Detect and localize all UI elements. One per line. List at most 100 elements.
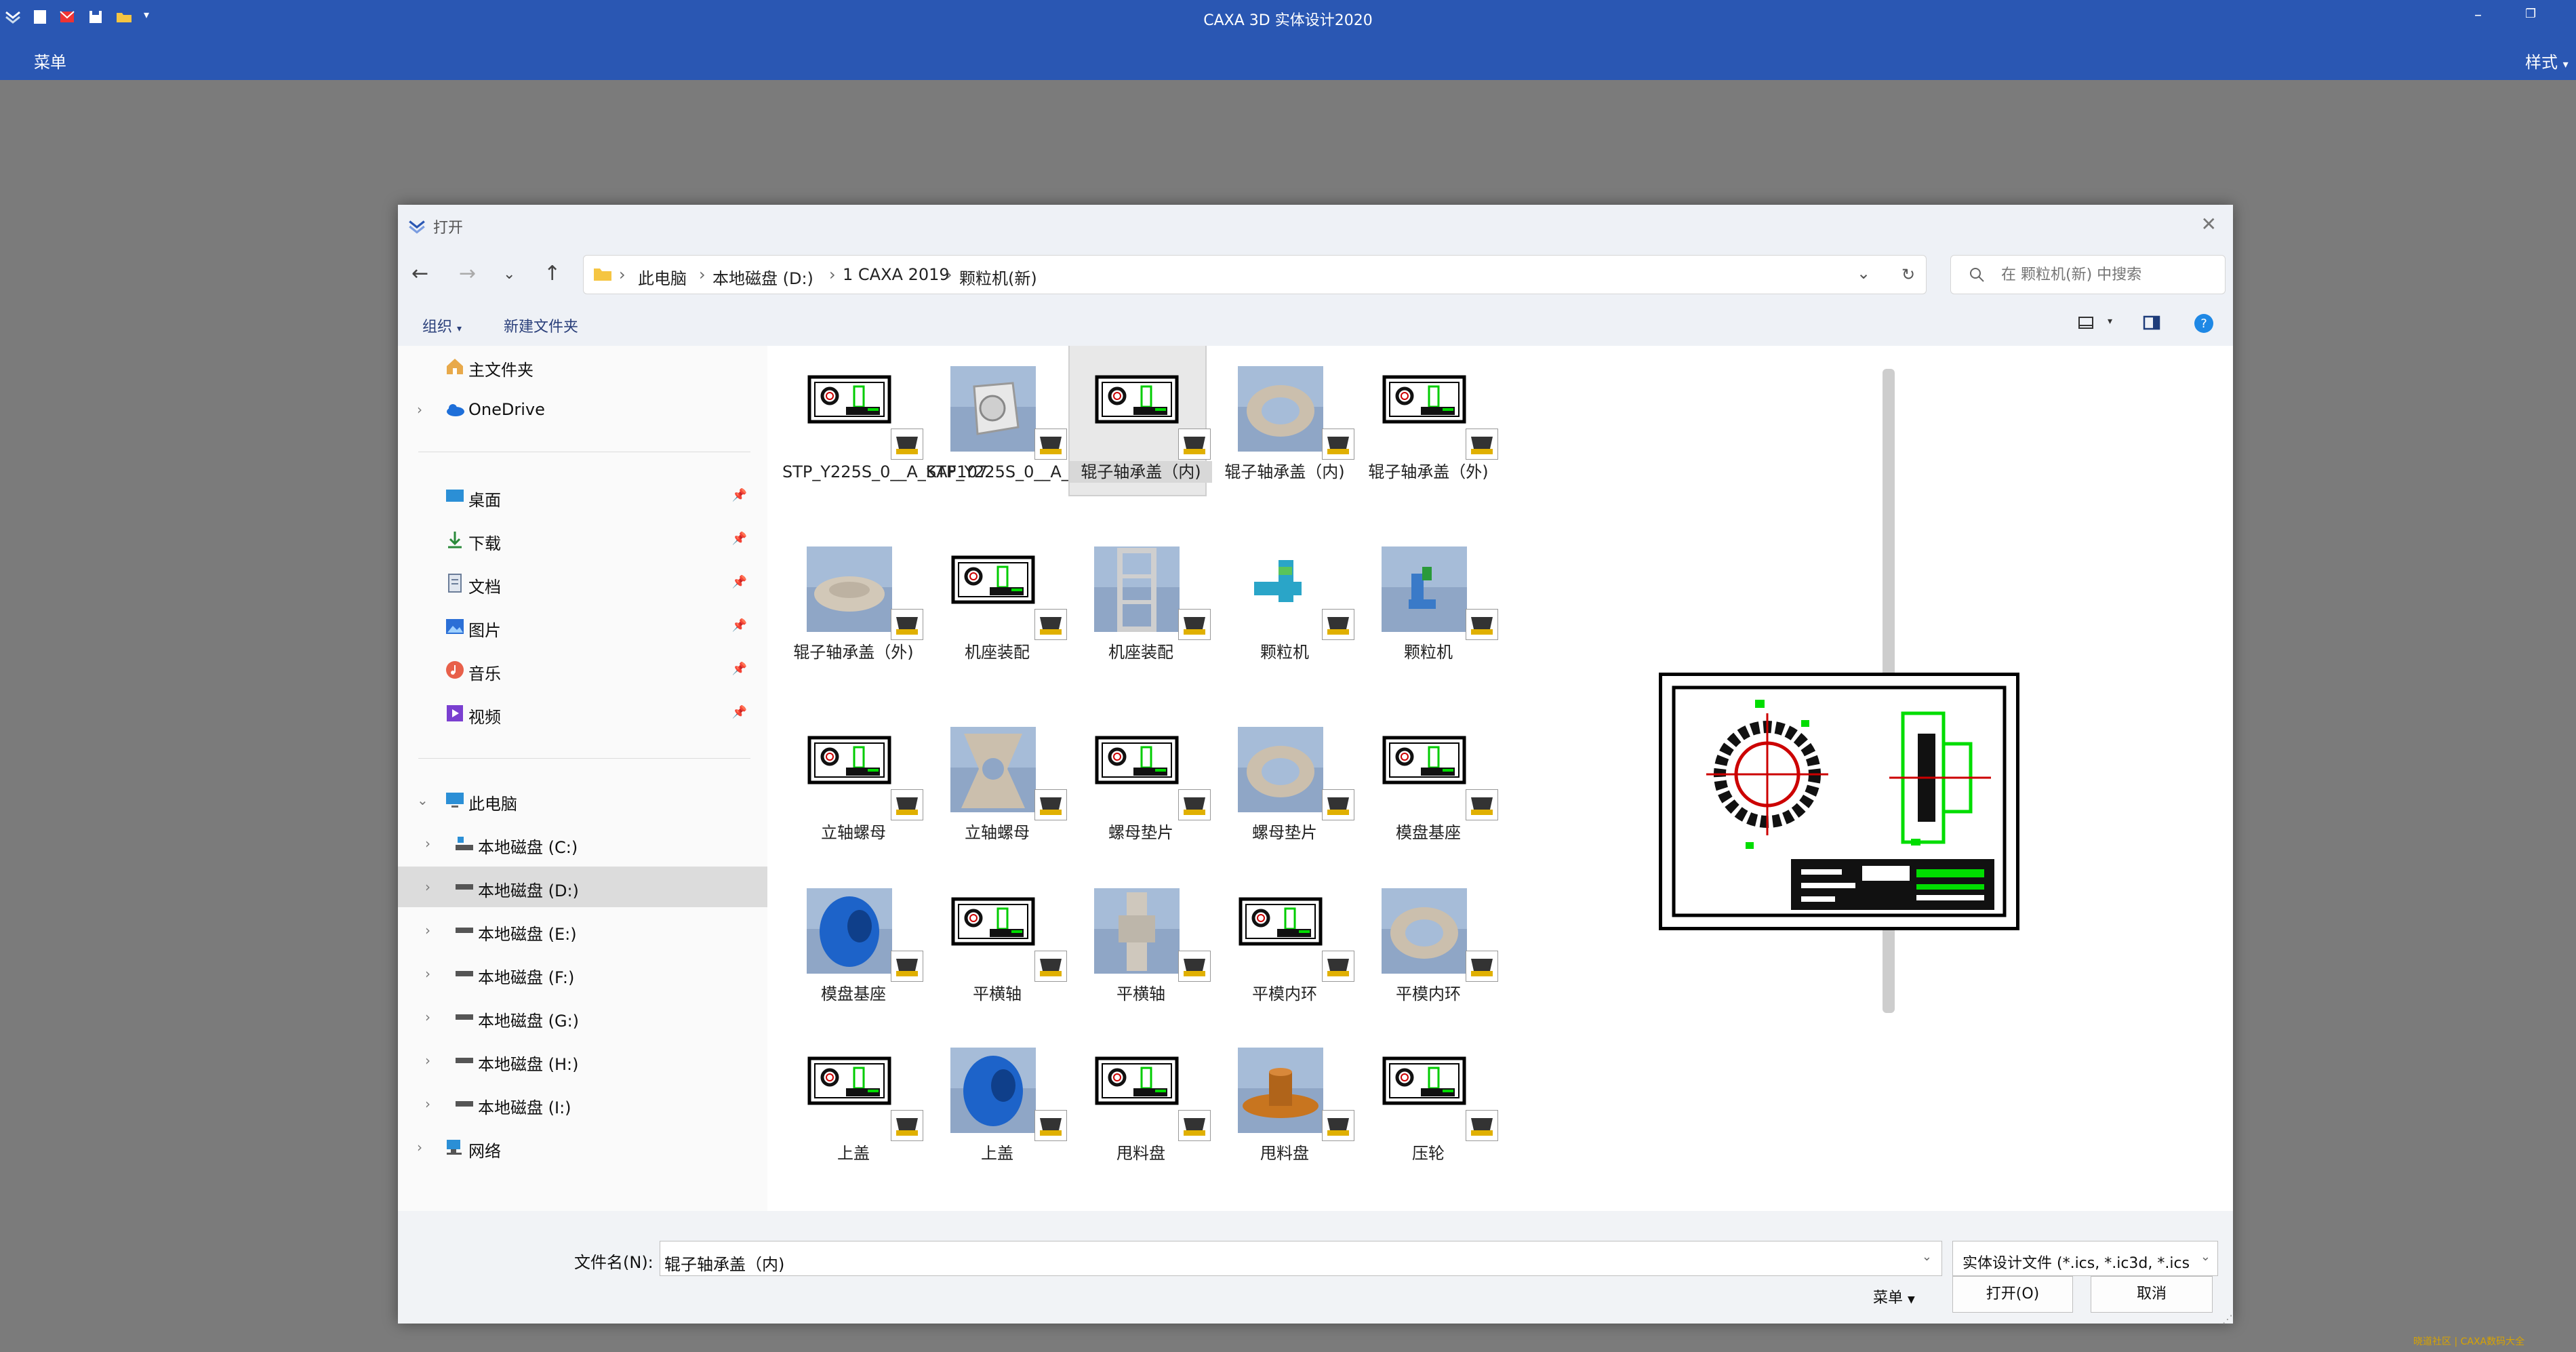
up-icon[interactable]: ↑ xyxy=(544,262,561,285)
pin-icon[interactable]: 📌 xyxy=(732,705,747,719)
file-thumbnail xyxy=(807,375,891,424)
dialog-menu-button[interactable]: 菜单 ▼ xyxy=(1873,1286,1915,1307)
file-item[interactable]: 辊子轴承盖（外) xyxy=(1357,346,1498,495)
restore-icon[interactable]: ❐ xyxy=(2525,7,2536,21)
chevron-right-icon[interactable]: › xyxy=(425,835,430,852)
navigation-row: ← → ⌄ ↑ › 此电脑 › 本地磁盘 (D:) › 1 CAXA 2019 … xyxy=(398,248,2233,301)
sidebar-item-drive-i[interactable]: › 本地磁盘 (I:) xyxy=(398,1083,767,1124)
sidebar-item-desktop[interactable]: 桌面 📌 xyxy=(398,476,767,517)
file-item[interactable]: 平横轴 xyxy=(926,841,1067,1017)
pin-icon[interactable]: 📌 xyxy=(732,575,747,589)
file-item[interactable]: 甩料盘 xyxy=(1213,1000,1354,1176)
view-dropdown-icon[interactable]: ▾ xyxy=(2108,316,2112,327)
sidebar-item-onedrive[interactable]: › OneDrive xyxy=(398,389,767,430)
close-icon[interactable]: ✕ xyxy=(2201,213,2217,235)
file-item[interactable]: STP_Y225S_0__A_KAF107 xyxy=(782,346,988,495)
chevron-right-icon[interactable]: › xyxy=(417,401,422,418)
file-item[interactable]: 螺母垫片 xyxy=(1070,679,1211,856)
sidebar-item-this-pc[interactable]: ⌄ 此电脑 xyxy=(398,780,767,820)
new-folder-button[interactable]: 新建文件夹 xyxy=(504,315,578,336)
caxa-file-badge-icon xyxy=(1322,1110,1354,1141)
sidebar-item-documents[interactable]: 文档 📌 xyxy=(398,563,767,603)
resize-grip-icon[interactable]: ⋰ xyxy=(2222,1313,2233,1326)
file-item[interactable]: 辊子轴承盖（外) xyxy=(782,499,923,675)
file-item[interactable]: 平横轴 xyxy=(1070,841,1211,1017)
file-item[interactable]: 平模内环 xyxy=(1213,841,1354,1017)
file-item[interactable]: 立轴螺母 xyxy=(782,679,923,856)
chevron-right-icon[interactable]: › xyxy=(425,1096,430,1112)
file-item[interactable]: 甩料盘 xyxy=(1070,1000,1211,1176)
file-item[interactable]: 上盖 xyxy=(782,1000,923,1176)
sidebar-item-drive-c[interactable]: › 本地磁盘 (C:) xyxy=(398,823,767,864)
sidebar-item-network[interactable]: › 网络 xyxy=(398,1127,767,1168)
file-name: 辊子轴承盖（内) xyxy=(1224,462,1345,481)
sidebar-item-drive-d[interactable]: › 本地磁盘 (D:) xyxy=(398,867,767,907)
chevron-right-icon[interactable]: › xyxy=(417,1139,422,1155)
file-item[interactable]: STP_Y225S_0__A_KAF107 xyxy=(926,346,1131,495)
filetype-select[interactable]: 实体设计文件 (*.ics, *.ic3d, *.ics ⌄ xyxy=(1952,1241,2218,1276)
file-thumbnail xyxy=(807,888,892,974)
app-menu-button[interactable]: 菜单 xyxy=(34,49,66,73)
chevron-right-icon[interactable]: › xyxy=(425,1052,430,1069)
preview-pane-icon[interactable] xyxy=(2143,315,2160,331)
file-item[interactable]: 螺母垫片 xyxy=(1213,679,1354,856)
file-thumbnail xyxy=(807,736,891,784)
chevron-right-icon[interactable]: › xyxy=(425,1009,430,1025)
sidebar-item-downloads[interactable]: 下载 📌 xyxy=(398,519,767,560)
chevron-right-icon[interactable]: › xyxy=(425,879,430,895)
sidebar-item-drive-e[interactable]: › 本地磁盘 (E:) xyxy=(398,910,767,951)
address-history-dropdown-icon[interactable]: ⌄ xyxy=(1857,264,1870,283)
file-item[interactable]: 立轴螺母 xyxy=(926,679,1067,856)
file-item[interactable]: 压轮 xyxy=(1357,1000,1498,1176)
search-box[interactable] xyxy=(1950,255,2226,294)
file-item[interactable]: 颗粒机 xyxy=(1357,499,1498,675)
file-item[interactable]: 上盖 xyxy=(926,1000,1067,1176)
pin-icon[interactable]: 📌 xyxy=(732,532,747,546)
breadcrumb-drive-d[interactable]: 本地磁盘 (D:) xyxy=(712,265,813,289)
breadcrumb-current-folder[interactable]: 颗粒机(新) xyxy=(959,265,1037,289)
filename-input[interactable]: 辊子轴承盖（内) ⌄ xyxy=(660,1241,1942,1276)
file-item[interactable]: 辊子轴承盖（内) xyxy=(1213,346,1354,495)
view-options-icon[interactable] xyxy=(2078,315,2094,331)
search-input[interactable] xyxy=(2000,264,2206,285)
sidebar-item-home[interactable]: 主文件夹 xyxy=(398,346,767,386)
back-icon[interactable]: ← xyxy=(411,262,428,285)
organize-button[interactable]: 组织 ▾ xyxy=(422,315,462,336)
recent-locations-icon[interactable]: ⌄ xyxy=(503,266,515,283)
chevron-down-icon[interactable]: ⌄ xyxy=(1922,1250,1932,1264)
file-item[interactable]: 机座装配 xyxy=(926,499,1067,675)
chevron-right-icon[interactable]: › xyxy=(425,922,430,938)
sidebar-divider xyxy=(418,758,750,759)
file-item[interactable]: 模盘基座 xyxy=(782,841,923,1017)
help-icon[interactable]: ? xyxy=(2194,313,2214,334)
open-button[interactable]: 打开(O) xyxy=(1952,1276,2073,1313)
sidebar-item-pictures[interactable]: 图片 📌 xyxy=(398,606,767,647)
forward-icon[interactable]: → xyxy=(459,262,476,285)
breadcrumb-caxa-2019[interactable]: 1 CAXA 2019 xyxy=(843,265,950,284)
address-bar[interactable]: › 此电脑 › 本地磁盘 (D:) › 1 CAXA 2019 › 颗粒机(新)… xyxy=(583,255,1927,294)
pin-icon[interactable]: 📌 xyxy=(732,488,747,502)
chevron-right-icon[interactable]: › xyxy=(425,966,430,982)
caxa-file-badge-icon xyxy=(1322,789,1354,820)
pin-icon[interactable]: 📌 xyxy=(732,618,747,633)
style-menu-button[interactable]: 样式 ▾ xyxy=(2525,49,2569,73)
file-item[interactable]: 机座装配 xyxy=(1070,499,1211,675)
file-item[interactable]: 模盘基座 xyxy=(1357,679,1498,856)
sidebar-item-label: 下载 xyxy=(468,534,501,553)
pin-icon[interactable]: 📌 xyxy=(732,662,747,676)
sidebar-item-drive-h[interactable]: › 本地磁盘 (H:) xyxy=(398,1040,767,1081)
drive-icon xyxy=(456,928,473,933)
chevron-down-icon[interactable]: ⌄ xyxy=(417,792,428,808)
sidebar-item-videos[interactable]: 视频 📌 xyxy=(398,693,767,734)
sidebar-item-drive-g[interactable]: › 本地磁盘 (G:) xyxy=(398,997,767,1037)
file-item[interactable]: 颗粒机 xyxy=(1213,499,1354,675)
cancel-button[interactable]: 取消 xyxy=(2091,1276,2213,1313)
file-item[interactable]: 辊子轴承盖（内) xyxy=(1068,346,1212,496)
sidebar-item-drive-f[interactable]: › 本地磁盘 (F:) xyxy=(398,953,767,994)
file-item[interactable]: 平模内环 xyxy=(1357,841,1498,1017)
sidebar-item-music[interactable]: 音乐 📌 xyxy=(398,650,767,690)
refresh-icon[interactable]: ↻ xyxy=(1901,265,1915,284)
minimize-icon[interactable]: – xyxy=(2474,7,2482,24)
file-name: 辊子轴承盖（内) xyxy=(1070,461,1212,483)
breadcrumb-this-pc[interactable]: 此电脑 xyxy=(638,265,687,289)
